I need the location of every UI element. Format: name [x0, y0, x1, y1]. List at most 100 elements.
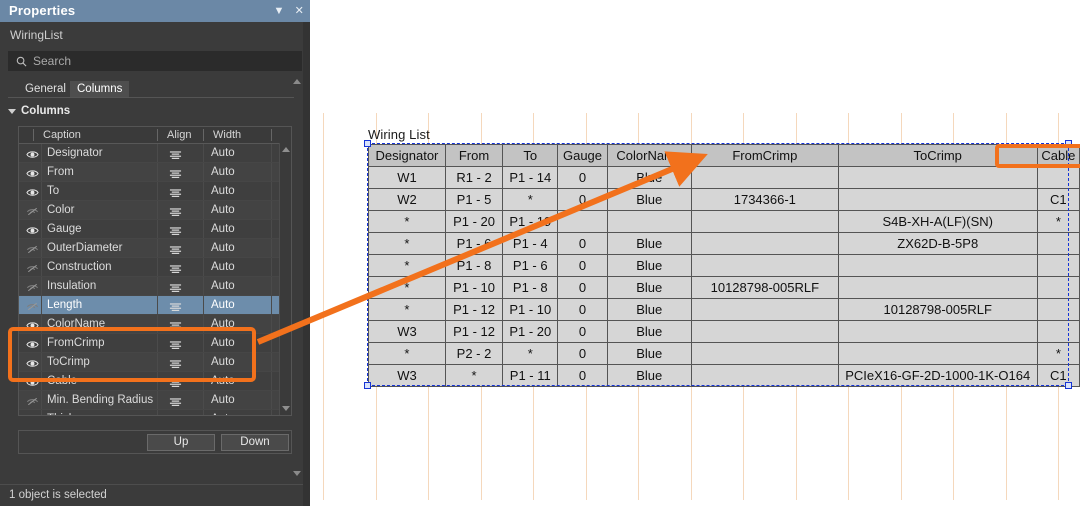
table-column-header[interactable]: To: [502, 144, 559, 167]
column-header-caption[interactable]: Caption: [37, 127, 81, 143]
table-cell[interactable]: [837, 342, 1038, 365]
table-cell[interactable]: [690, 320, 839, 343]
table-cell[interactable]: [1036, 254, 1080, 277]
table-cell[interactable]: P1 - 20: [502, 320, 559, 343]
panel-scroll-up-icon[interactable]: [293, 79, 301, 84]
align-center-icon[interactable]: [169, 189, 182, 198]
table-cell[interactable]: C1: [1036, 188, 1080, 211]
panel-collapse-icon[interactable]: [293, 471, 301, 476]
table-cell[interactable]: Blue: [606, 166, 692, 189]
table-cell[interactable]: [837, 254, 1038, 277]
table-cell[interactable]: Blue: [606, 232, 692, 255]
table-cell[interactable]: 10128798-005RLF: [690, 276, 839, 299]
table-cell[interactable]: Blue: [606, 364, 692, 387]
table-row[interactable]: W1 R1 - 2 P1 - 14 0 Blue: [368, 166, 1080, 189]
table-cell[interactable]: [1036, 276, 1080, 299]
table-cell[interactable]: [1036, 232, 1080, 255]
table-cell[interactable]: *: [1036, 342, 1080, 365]
table-cell[interactable]: [1036, 166, 1080, 189]
eye-visible-icon[interactable]: [26, 168, 39, 179]
table-cell[interactable]: C1: [1036, 364, 1080, 387]
table-cell[interactable]: P1 - 20: [444, 210, 504, 233]
table-cell[interactable]: *: [368, 254, 446, 277]
table-cell[interactable]: P1 - 5: [444, 188, 504, 211]
align-center-icon[interactable]: [169, 303, 182, 312]
table-cell[interactable]: [606, 210, 692, 233]
table-cell[interactable]: [690, 166, 839, 189]
table-cell[interactable]: *: [368, 276, 446, 299]
table-cell[interactable]: Blue: [606, 188, 692, 211]
table-cell[interactable]: R1 - 2: [444, 166, 504, 189]
column-header-width[interactable]: Width: [207, 127, 241, 143]
scroll-down-icon[interactable]: [282, 406, 290, 411]
table-cell[interactable]: 10128798-005RLF: [837, 298, 1038, 321]
table-cell[interactable]: 0: [557, 342, 608, 365]
table-cell[interactable]: 0: [557, 166, 608, 189]
tab-general[interactable]: General: [18, 81, 73, 97]
table-cell[interactable]: P1 - 6: [502, 254, 559, 277]
move-down-button[interactable]: Down: [221, 434, 289, 451]
eye-hidden-icon[interactable]: [26, 244, 39, 255]
table-cell[interactable]: *: [368, 342, 446, 365]
table-cell[interactable]: 0: [557, 364, 608, 387]
eye-hidden-icon[interactable]: [26, 263, 39, 274]
eye-visible-icon[interactable]: [26, 149, 39, 160]
table-cell[interactable]: W2: [368, 188, 446, 211]
expander-icon[interactable]: [8, 108, 16, 114]
table-cell[interactable]: *: [368, 298, 446, 321]
table-cell[interactable]: [1036, 320, 1080, 343]
table-column-header[interactable]: Gauge: [557, 144, 608, 167]
align-center-icon[interactable]: [169, 284, 182, 293]
table-column-header[interactable]: Designator: [368, 144, 446, 167]
column-list-item[interactable]: Color Auto: [19, 201, 291, 220]
table-cell[interactable]: P1 - 12: [444, 320, 504, 343]
table-cell[interactable]: 0: [557, 320, 608, 343]
column-list-item[interactable]: To Auto: [19, 182, 291, 201]
table-cell[interactable]: 0: [557, 254, 608, 277]
table-cell[interactable]: P1 - 10: [502, 298, 559, 321]
eye-hidden-icon[interactable]: [26, 415, 39, 416]
table-row[interactable]: * P1 - 10 P1 - 8 0 Blue 10128798-005RLF: [368, 276, 1080, 299]
table-column-header[interactable]: FromCrimp: [690, 144, 839, 167]
table-column-header[interactable]: ColorName: [606, 144, 692, 167]
table-row[interactable]: * P1 - 6 P1 - 4 0 Blue ZX62D-B-5P8: [368, 232, 1080, 255]
table-cell[interactable]: P2 - 2: [444, 342, 504, 365]
align-center-icon[interactable]: [169, 170, 182, 179]
table-cell[interactable]: Blue: [606, 298, 692, 321]
table-cell[interactable]: [690, 210, 839, 233]
column-list-item[interactable]: Construction Auto: [19, 258, 291, 277]
table-cell[interactable]: *: [502, 188, 559, 211]
eye-hidden-icon[interactable]: [26, 396, 39, 407]
design-canvas[interactable]: Wiring List Designator From To Gauge ColorNa…: [310, 0, 1080, 506]
align-center-icon[interactable]: [169, 398, 182, 407]
table-cell[interactable]: Blue: [606, 254, 692, 277]
align-center-icon[interactable]: [169, 151, 182, 160]
table-cell[interactable]: 0: [557, 298, 608, 321]
table-cell[interactable]: *: [444, 364, 504, 387]
table-cell[interactable]: Blue: [606, 276, 692, 299]
table-cell[interactable]: P1 - 10: [444, 276, 504, 299]
eye-visible-icon[interactable]: [26, 187, 39, 198]
table-cell[interactable]: *: [368, 232, 446, 255]
table-row[interactable]: W3 * P1 - 11 0 Blue PCIeX16-GF-2D-1000-1K-O16…: [368, 364, 1080, 387]
properties-panel[interactable]: Properties ▼ ✕ WiringList Search General…: [0, 0, 310, 506]
table-cell[interactable]: *: [368, 210, 446, 233]
column-list-item[interactable]: Min. Bending Radius Auto: [19, 391, 291, 410]
table-cell[interactable]: ZX62D-B-5P8: [837, 232, 1038, 255]
column-list-item[interactable]: Designator Auto: [19, 144, 291, 163]
table-cell[interactable]: [837, 320, 1038, 343]
table-cell[interactable]: [837, 188, 1038, 211]
align-center-icon[interactable]: [169, 246, 182, 255]
search-input[interactable]: Search: [8, 51, 302, 71]
table-cell[interactable]: [1036, 298, 1080, 321]
table-row[interactable]: W2 P1 - 5 * 0 Blue 1734366-1 C1: [368, 188, 1080, 211]
table-cell[interactable]: PCIeX16-GF-2D-1000-1K-O164: [837, 364, 1038, 387]
table-cell[interactable]: Blue: [606, 342, 692, 365]
table-cell[interactable]: [690, 342, 839, 365]
table-cell[interactable]: [557, 210, 608, 233]
wiring-list-body[interactable]: W1 R1 - 2 P1 - 14 0 Blue W2 P1 - 5 * 0 Blue 173436…: [368, 166, 1080, 387]
eye-hidden-icon[interactable]: [26, 282, 39, 293]
table-cell[interactable]: P1 - 12: [444, 298, 504, 321]
table-cell[interactable]: W3: [368, 364, 446, 387]
table-cell[interactable]: 0: [557, 232, 608, 255]
